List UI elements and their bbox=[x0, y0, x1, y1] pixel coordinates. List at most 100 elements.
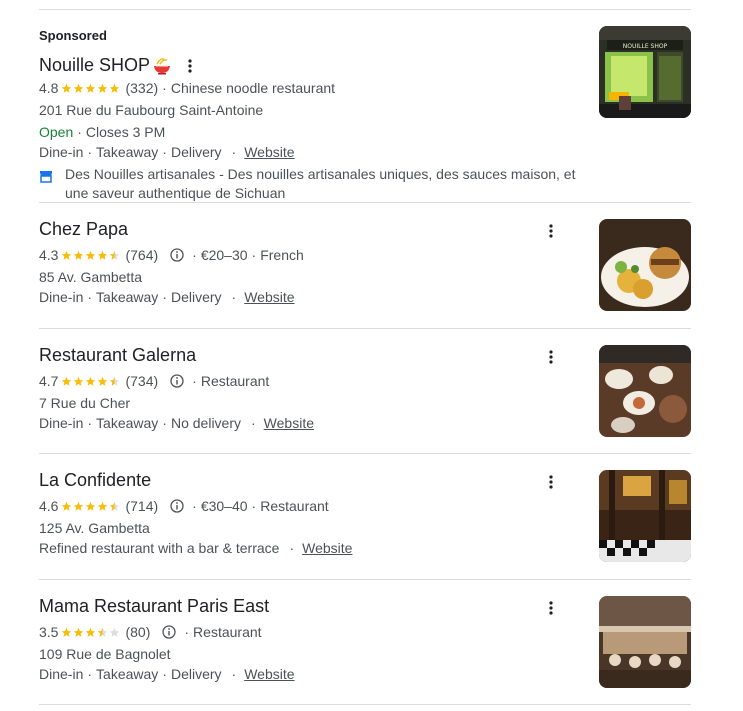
rating-value: 4.3 bbox=[39, 247, 59, 263]
service: Takeaway bbox=[96, 415, 159, 431]
result-title-row[interactable]: Nouille SHOP bbox=[39, 55, 200, 76]
separator: · bbox=[192, 373, 197, 389]
star-full-icon bbox=[62, 83, 72, 93]
restaurant-photo[interactable] bbox=[599, 345, 691, 437]
service: Dine-in bbox=[39, 144, 84, 160]
star-rating bbox=[61, 376, 121, 387]
result-card[interactable]: Restaurant Galerna 4.7 (734) · Restaurant 7… bbox=[39, 345, 691, 455]
services-line: Refined restaurant with a bar & terrace ·… bbox=[39, 540, 352, 556]
service: No delivery bbox=[170, 415, 241, 431]
website-link[interactable]: Website bbox=[244, 289, 294, 305]
info-icon[interactable] bbox=[170, 499, 184, 513]
service: Takeaway bbox=[96, 144, 159, 160]
price-range: €30–40 bbox=[200, 498, 248, 514]
review-count[interactable]: (734) bbox=[125, 373, 158, 389]
more-options-icon[interactable] bbox=[541, 347, 561, 367]
divider bbox=[39, 453, 691, 454]
star-full-icon bbox=[98, 376, 108, 386]
star-full-icon bbox=[74, 83, 84, 93]
website-link[interactable]: Website bbox=[264, 415, 314, 431]
service: Delivery bbox=[170, 666, 222, 682]
separator: · bbox=[87, 666, 93, 682]
rating-value: 4.8 bbox=[39, 80, 59, 96]
ad-description: Des Nouilles artisanales - Des nouilles … bbox=[39, 165, 599, 203]
service: Delivery bbox=[170, 144, 222, 160]
storefront-icon bbox=[40, 171, 52, 183]
review-count[interactable]: (332) bbox=[125, 80, 158, 96]
star-rating bbox=[61, 250, 121, 261]
rating-value: 3.5 bbox=[39, 624, 59, 640]
star-full-icon bbox=[98, 83, 108, 93]
info-icon[interactable] bbox=[162, 625, 177, 639]
category: Chinese noodle restaurant bbox=[170, 80, 336, 96]
services-line: Dine-in · Takeaway · Delivery · Website bbox=[39, 666, 295, 682]
review-count[interactable]: (80) bbox=[125, 624, 150, 640]
result-card[interactable]: Chez Papa 4.3 (764) · €20–30 · French 85 Av. … bbox=[39, 219, 691, 329]
result-title[interactable]: Nouille SHOP bbox=[39, 55, 150, 76]
category: Restaurant bbox=[193, 624, 262, 640]
separator: · bbox=[162, 415, 167, 431]
info-icon[interactable] bbox=[170, 248, 184, 262]
star-full-icon bbox=[62, 376, 72, 386]
open-status: Open bbox=[39, 124, 74, 140]
more-options-icon[interactable] bbox=[180, 56, 200, 76]
website-link[interactable]: Website bbox=[244, 666, 294, 682]
star-full-icon bbox=[62, 250, 72, 260]
review-count[interactable]: (714) bbox=[125, 498, 158, 514]
star-rating bbox=[61, 627, 121, 638]
rating-line: 3.5 (80) · Restaurant bbox=[39, 624, 262, 640]
star-full-icon bbox=[98, 250, 108, 260]
service: Dine-in bbox=[39, 289, 84, 305]
result-title[interactable]: La Confidente bbox=[39, 470, 151, 491]
separator: · bbox=[184, 624, 190, 640]
star-full-icon bbox=[110, 83, 120, 93]
more-options-icon[interactable] bbox=[541, 598, 561, 618]
description-text: Des Nouilles artisanales - Des nouilles … bbox=[65, 166, 576, 201]
result-card[interactable]: Mama Restaurant Paris East 3.5 (80) · Resta… bbox=[39, 596, 691, 706]
services-line: Dine-in · Takeaway · Delivery · Website bbox=[39, 289, 295, 305]
separator: · bbox=[251, 498, 257, 514]
result-title[interactable]: Restaurant Galerna bbox=[39, 345, 196, 366]
star-full-icon bbox=[62, 627, 72, 637]
price-range: €20–30 bbox=[200, 247, 248, 263]
star-half-icon bbox=[98, 627, 108, 637]
rating-value: 4.7 bbox=[39, 373, 59, 389]
review-count[interactable]: (764) bbox=[125, 247, 158, 263]
result-title[interactable]: Chez Papa bbox=[39, 219, 128, 240]
restaurant-photo[interactable] bbox=[599, 596, 691, 688]
star-full-icon bbox=[86, 376, 96, 386]
star-rating bbox=[61, 501, 121, 512]
sponsored-result-card[interactable]: Sponsored Nouille SHOP 4.8 (332) · Chine… bbox=[39, 26, 691, 203]
restaurant-photo[interactable] bbox=[599, 470, 691, 562]
info-icon[interactable] bbox=[170, 374, 184, 388]
separator: · bbox=[289, 540, 295, 556]
result-title[interactable]: Mama Restaurant Paris East bbox=[39, 596, 269, 617]
website-link[interactable]: Website bbox=[244, 144, 294, 160]
result-card[interactable]: La Confidente 4.6 (714) · €30–40 · Restaurant… bbox=[39, 470, 691, 580]
separator: · bbox=[192, 247, 197, 263]
service: Dine-in bbox=[39, 666, 84, 682]
divider bbox=[39, 328, 691, 329]
separator: · bbox=[87, 289, 93, 305]
service: Dine-in bbox=[39, 415, 84, 431]
website-link[interactable]: Website bbox=[302, 540, 352, 556]
services-line: Dine-in · Takeaway · No delivery · Website bbox=[39, 415, 314, 431]
services-line: Dine-in · Takeaway · Delivery · Website bbox=[39, 144, 295, 160]
rating-line: 4.7 (734) · Restaurant bbox=[39, 373, 269, 389]
service: Delivery bbox=[170, 289, 222, 305]
star-full-icon bbox=[86, 501, 96, 511]
separator: · bbox=[87, 415, 93, 431]
category: French bbox=[260, 247, 304, 263]
more-options-icon[interactable] bbox=[541, 221, 561, 241]
address: 125 Av. Gambetta bbox=[39, 520, 150, 536]
separator: · bbox=[192, 498, 197, 514]
noodle-bowl-icon bbox=[154, 57, 171, 74]
rating-line: 4.8 (332) · Chinese noodle restaurant bbox=[39, 80, 336, 96]
restaurant-photo[interactable] bbox=[599, 219, 691, 311]
divider bbox=[39, 704, 691, 705]
more-options-icon[interactable] bbox=[541, 472, 561, 492]
star-half-icon bbox=[110, 376, 120, 386]
restaurant-photo[interactable]: NOUILLE SHOP bbox=[599, 26, 691, 118]
divider bbox=[39, 202, 691, 203]
separator: · bbox=[162, 666, 167, 682]
